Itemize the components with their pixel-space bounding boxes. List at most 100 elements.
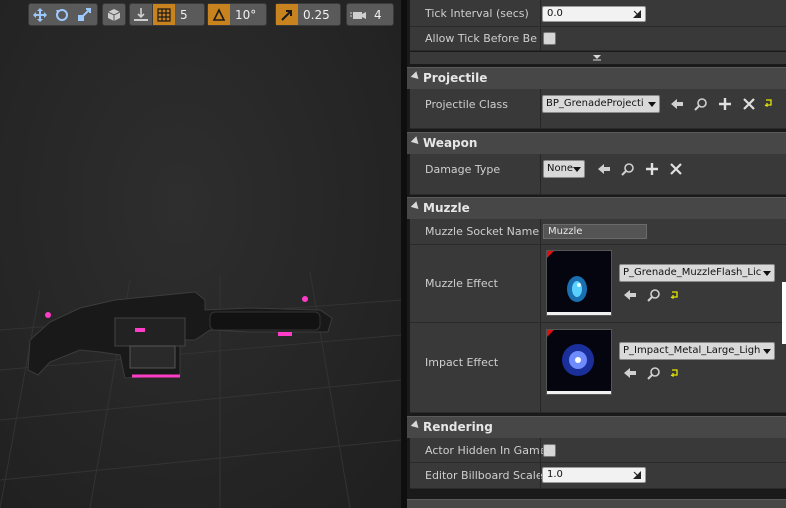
grid-snap-value[interactable]: 5 (175, 4, 193, 25)
scrollbar-thumb[interactable] (782, 282, 786, 344)
column-divider (540, 0, 541, 26)
muzzle-effect-row: Muzzle Effect P_Grenade_MuzzleFlash_Lic (410, 245, 786, 323)
surface-snap-icon (134, 7, 148, 21)
column-divider (540, 438, 541, 462)
column-divider (540, 219, 541, 244)
category-muzzle[interactable]: Muzzle (407, 197, 786, 219)
use-selected-arrow-icon[interactable] (670, 97, 684, 111)
particle-preview-image (567, 276, 587, 302)
allow-tick-label: Allow Tick Before Begi (425, 32, 537, 45)
category-rendering-title: Rendering (423, 420, 493, 434)
clear-x-icon[interactable] (742, 97, 756, 111)
dropdown-arrow-icon (573, 167, 581, 172)
allow-tick-row: Allow Tick Before Begi (410, 27, 786, 51)
asset-corner-marker (547, 251, 554, 258)
muzzle-socket-input[interactable]: Muzzle (543, 224, 647, 239)
damage-type-combo[interactable]: None (543, 160, 585, 178)
dropdown-arrow-icon (763, 349, 771, 354)
damage-type-row: Damage Type None (410, 154, 786, 195)
chevron-down-icon (593, 55, 601, 61)
billboard-scale-label: Editor Billboard Scale (425, 469, 543, 482)
rotate-mode-button[interactable] (51, 4, 73, 25)
category-weapon-title: Weapon (423, 136, 478, 150)
projectile-class-combo[interactable]: BP_GrenadeProjecti (542, 95, 660, 113)
reset-to-default-icon[interactable] (764, 98, 774, 108)
dropdown-arrow-icon (763, 271, 771, 276)
reset-to-default-icon[interactable] (670, 368, 680, 378)
category-projectile-title: Projectile (423, 71, 488, 85)
scale-snap-icon (281, 9, 292, 21)
use-selected-arrow-icon[interactable] (597, 162, 611, 176)
move-arrows-icon (33, 7, 47, 22)
browse-search-icon[interactable] (647, 288, 661, 302)
surface-snap-button[interactable] (130, 4, 152, 25)
coordinate-space-group (102, 3, 126, 26)
grid-snap-toggle[interactable] (153, 4, 175, 25)
impact-effect-combo[interactable]: P_Impact_Metal_Large_Ligh (619, 342, 775, 360)
projectile-class-label: Projectile Class (425, 98, 508, 111)
impact-effect-thumbnail[interactable] (546, 329, 612, 395)
browse-search-icon[interactable] (621, 162, 635, 176)
cube-icon (107, 8, 121, 21)
muzzle-socket-row: Muzzle Socket Name Muzzle (410, 219, 786, 245)
billboard-scale-row: Editor Billboard Scale 1.0 (410, 463, 786, 489)
category-projectile[interactable]: Projectile (407, 67, 786, 89)
billboard-scale-input[interactable]: 1.0 (542, 467, 646, 483)
actor-hidden-label: Actor Hidden In Game (425, 444, 547, 457)
actor-hidden-checkbox[interactable] (543, 444, 556, 457)
world-local-toggle[interactable] (103, 4, 125, 25)
weapon-mesh-preview[interactable] (20, 280, 340, 390)
scale-snap-value[interactable]: 0.25 (298, 4, 335, 25)
camera-icon (350, 11, 366, 19)
camera-speed-group: 4 (346, 3, 394, 26)
muzzle-socket-value: Muzzle (548, 226, 583, 237)
grid-icon (157, 7, 171, 22)
muzzle-effect-thumbnail[interactable] (546, 250, 612, 316)
details-panel: Tick Interval (secs) 0.0 Allow Tick Befo… (407, 0, 786, 508)
use-selected-arrow-icon[interactable] (623, 366, 637, 380)
damage-type-value: None (547, 163, 574, 174)
viewport-floor-grid (0, 271, 401, 508)
rotation-snap-value[interactable]: 10° (230, 4, 261, 25)
column-divider (540, 89, 541, 128)
category-next-collapsed[interactable] (407, 499, 786, 508)
allow-tick-checkbox[interactable] (543, 32, 556, 45)
drag-grip-icon (633, 471, 641, 479)
impact-effect-label: Impact Effect (425, 356, 499, 369)
tick-interval-input[interactable]: 0.0 (542, 6, 646, 22)
reset-to-default-icon[interactable] (670, 290, 680, 300)
browse-search-icon[interactable] (647, 366, 661, 380)
collapse-arrow-icon (410, 420, 422, 431)
dropdown-arrow-icon (648, 102, 656, 107)
clear-x-icon[interactable] (669, 162, 683, 176)
browse-search-icon[interactable] (694, 97, 708, 111)
tick-interval-value: 0.0 (547, 8, 563, 19)
category-rendering[interactable]: Rendering (407, 416, 786, 438)
camera-speed-button[interactable] (347, 4, 369, 25)
advanced-expand-bar[interactable] (410, 52, 786, 64)
category-weapon[interactable]: Weapon (407, 132, 786, 154)
category-muzzle-title: Muzzle (423, 201, 470, 215)
level-viewport[interactable]: 5 10° 0.25 4 (0, 0, 401, 508)
muzzle-effect-value: P_Grenade_MuzzleFlash_Lic (623, 267, 762, 278)
tick-interval-label: Tick Interval (secs) (425, 7, 529, 20)
scale-mode-button[interactable] (73, 4, 95, 25)
add-plus-icon[interactable] (645, 162, 659, 176)
billboard-scale-value: 1.0 (547, 469, 563, 480)
muzzle-effect-combo[interactable]: P_Grenade_MuzzleFlash_Lic (619, 264, 775, 282)
translate-mode-button[interactable] (29, 4, 51, 25)
collapse-arrow-icon (410, 201, 422, 212)
grid-snap-group: 5 (129, 3, 205, 26)
column-divider (540, 27, 541, 50)
add-plus-icon[interactable] (718, 97, 732, 111)
rotation-snap-toggle[interactable] (208, 4, 230, 25)
camera-speed-value[interactable]: 4 (369, 4, 387, 25)
column-divider (540, 245, 541, 322)
muzzle-socket-label: Muzzle Socket Name (425, 225, 540, 238)
particle-preview-image (562, 344, 594, 376)
use-selected-arrow-icon[interactable] (623, 288, 637, 302)
impact-effect-row: Impact Effect P_Impact_Metal_Large_Ligh (410, 323, 786, 413)
scale-snap-toggle[interactable] (276, 4, 298, 25)
damage-type-label: Damage Type (425, 163, 501, 176)
column-divider (540, 323, 541, 412)
